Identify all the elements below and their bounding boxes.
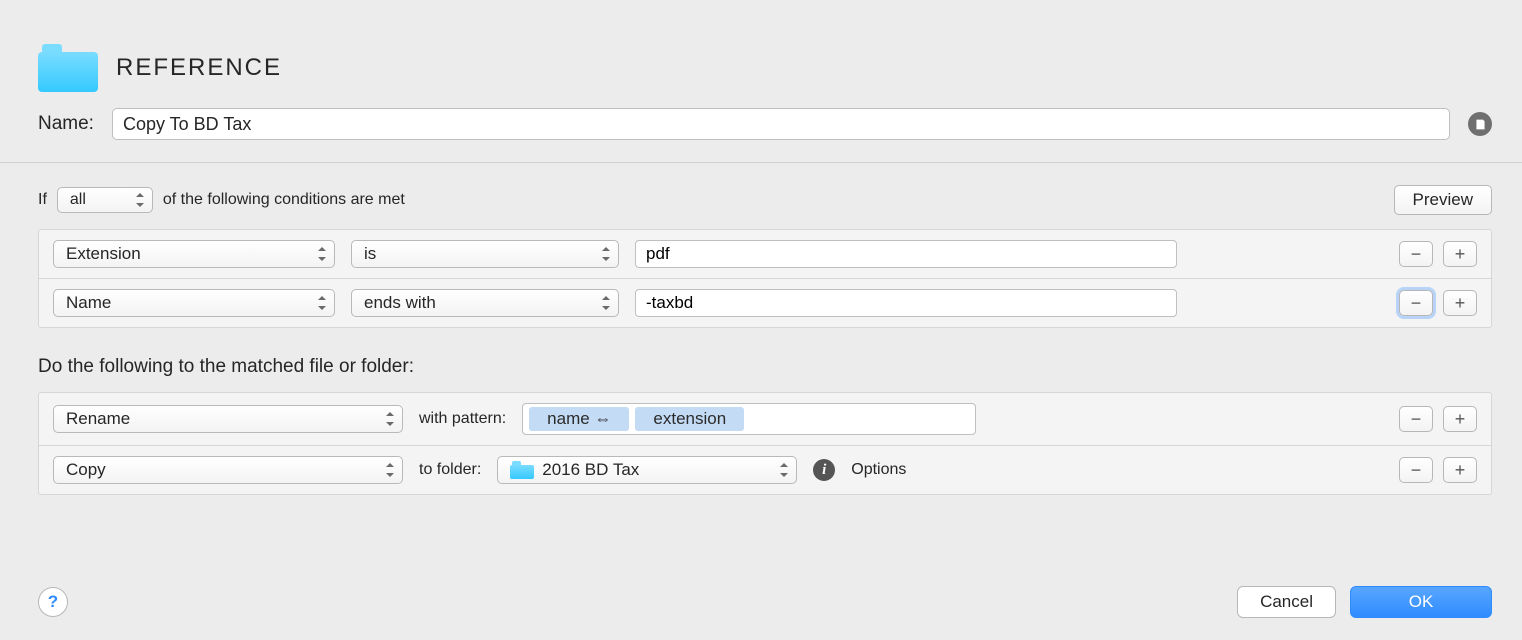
rename-pattern-input[interactable]: name ⇔ extension	[522, 403, 976, 435]
conditions-panel: Extension is − + Name ends with	[38, 229, 1492, 328]
condition-op-select[interactable]: ends with	[351, 289, 619, 317]
chevron-updown-icon	[316, 296, 328, 310]
preview-button[interactable]: Preview	[1394, 185, 1492, 215]
condition-row: Extension is − +	[39, 230, 1491, 278]
folder-icon	[38, 44, 98, 92]
chevron-updown-icon	[778, 463, 790, 477]
to-folder-label: to folder:	[419, 461, 481, 479]
notes-icon[interactable]	[1468, 112, 1492, 136]
condition-value-input[interactable]	[635, 240, 1177, 268]
action-type-select[interactable]: Rename	[53, 405, 403, 433]
info-icon[interactable]: i	[813, 459, 835, 481]
add-action-button[interactable]: +	[1443, 457, 1477, 483]
actions-heading: Do the following to the matched file or …	[38, 328, 1492, 392]
condition-value-input[interactable]	[635, 289, 1177, 317]
page-title: REFERENCE	[116, 54, 282, 82]
with-pattern-label: with pattern:	[419, 410, 506, 428]
chevron-updown-icon	[134, 193, 146, 207]
action-type-select[interactable]: Copy	[53, 456, 403, 484]
destination-folder-select[interactable]: 2016 BD Tax	[497, 456, 797, 484]
condition-op-select[interactable]: is	[351, 240, 619, 268]
add-action-button[interactable]: +	[1443, 406, 1477, 432]
remove-condition-button[interactable]: −	[1399, 241, 1433, 267]
help-button[interactable]: ?	[38, 587, 68, 617]
condition-attr-select[interactable]: Name	[53, 289, 335, 317]
add-condition-button[interactable]: +	[1443, 241, 1477, 267]
condition-row: Name ends with − +	[39, 278, 1491, 327]
scope-select[interactable]: all	[57, 187, 153, 213]
cancel-button[interactable]: Cancel	[1237, 586, 1336, 618]
name-label: Name:	[38, 113, 94, 135]
conditions-trail-label: of the following conditions are met	[163, 191, 405, 209]
chevron-updown-icon	[316, 247, 328, 261]
chevron-updown-icon	[600, 296, 612, 310]
chevron-updown-icon	[384, 463, 396, 477]
options-label: Options	[851, 461, 906, 479]
actions-panel: Rename with pattern: name ⇔ extension − …	[38, 392, 1492, 495]
ok-button[interactable]: OK	[1350, 586, 1492, 618]
action-row: Rename with pattern: name ⇔ extension − …	[39, 393, 1491, 445]
chevron-updown-icon	[600, 247, 612, 261]
scope-select-label: all	[70, 191, 86, 209]
pattern-token-name[interactable]: name ⇔	[529, 407, 629, 431]
remove-action-button[interactable]: −	[1399, 406, 1433, 432]
remove-condition-button[interactable]: −	[1399, 290, 1433, 316]
folder-icon	[510, 461, 534, 479]
condition-attr-select[interactable]: Extension	[53, 240, 335, 268]
add-condition-button[interactable]: +	[1443, 290, 1477, 316]
pattern-token-extension[interactable]: extension	[635, 407, 744, 431]
chevron-updown-icon	[384, 412, 396, 426]
rule-name-input[interactable]	[112, 108, 1450, 140]
action-row: Copy to folder: 2016 BD Tax i Options − …	[39, 445, 1491, 494]
remove-action-button[interactable]: −	[1399, 457, 1433, 483]
if-label: If	[38, 191, 47, 209]
